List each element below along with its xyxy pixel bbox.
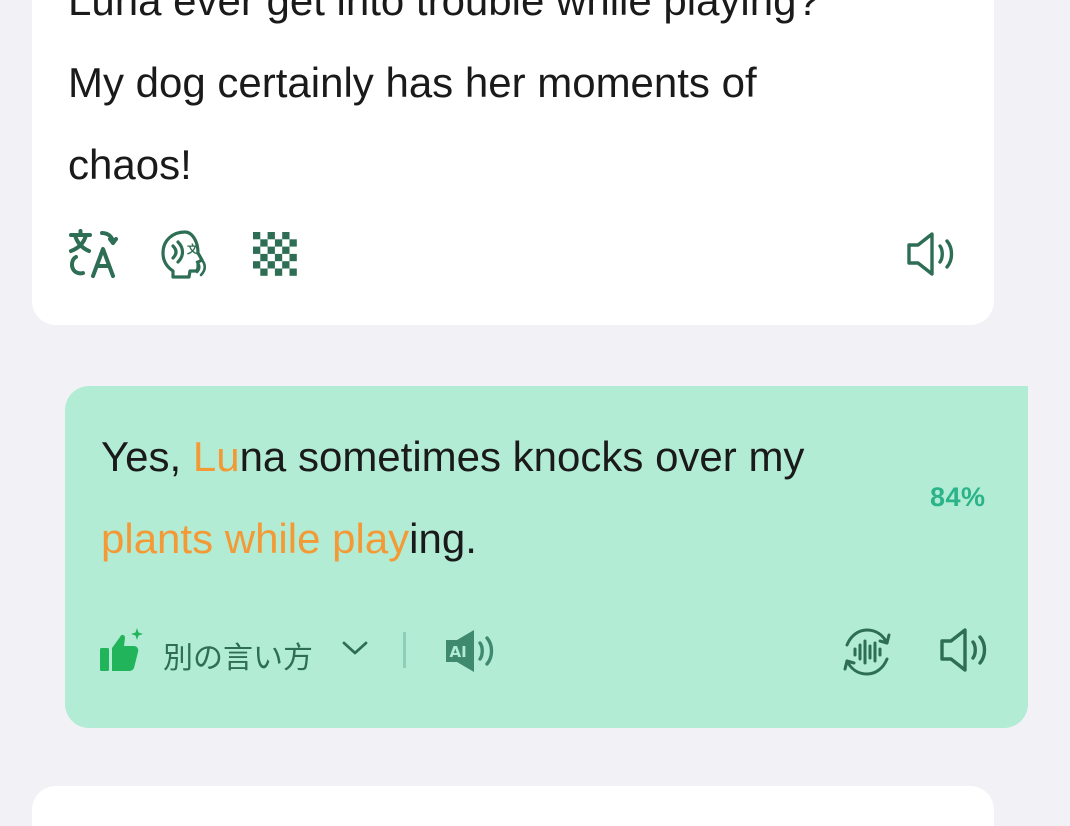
ai-speaker-icon[interactable]: AI (444, 628, 498, 674)
user-text-segment: ing. (409, 515, 477, 562)
user-message-line: plants while playing. (101, 498, 921, 580)
mispronounced-segment[interactable]: plants while play (101, 515, 409, 562)
bot-message-line: My dog certainly has her moments of (68, 59, 757, 106)
user-message-line: Yes, Luna sometimes knocks over my (101, 416, 921, 498)
user-message-toolbar: 別の言い方 AI (65, 622, 1028, 682)
pronunciation-score[interactable]: 84% (930, 482, 986, 513)
speaker-icon[interactable] (939, 627, 993, 673)
translate-icon[interactable] (68, 229, 118, 279)
next-message-card (32, 786, 994, 826)
user-text-segment: na sometimes knocks over my (239, 433, 805, 480)
bot-message-text: Luna ever get into trouble while playing… (68, 0, 948, 206)
bot-message-line: Luna ever get into trouble while playing… (68, 0, 820, 24)
bot-message-card: Luna ever get into trouble while playing… (32, 0, 994, 325)
alternative-phrasing-label[interactable]: 別の言い方 (163, 633, 313, 677)
thumbs-up-sparkle-icon[interactable] (99, 628, 145, 674)
svg-text:AI: AI (450, 643, 467, 661)
speaker-icon[interactable] (906, 231, 960, 277)
chevron-down-icon[interactable] (342, 640, 368, 656)
bot-message-line: chaos! (68, 141, 192, 188)
voice-replay-icon[interactable] (841, 627, 893, 677)
toolbar-divider (403, 632, 406, 668)
svg-text:文: 文 (187, 242, 199, 256)
pronunciation-icon[interactable]: 文 (159, 229, 209, 279)
user-message-bubble: Yes, Luna sometimes knocks over my plant… (65, 386, 1028, 728)
mosaic-hide-icon[interactable] (253, 232, 297, 276)
mispronounced-segment[interactable]: Lu (193, 433, 240, 480)
user-message-text: Yes, Luna sometimes knocks over my plant… (101, 416, 921, 580)
user-text-segment: Yes, (101, 433, 193, 480)
bot-message-toolbar: 文 (32, 224, 994, 284)
